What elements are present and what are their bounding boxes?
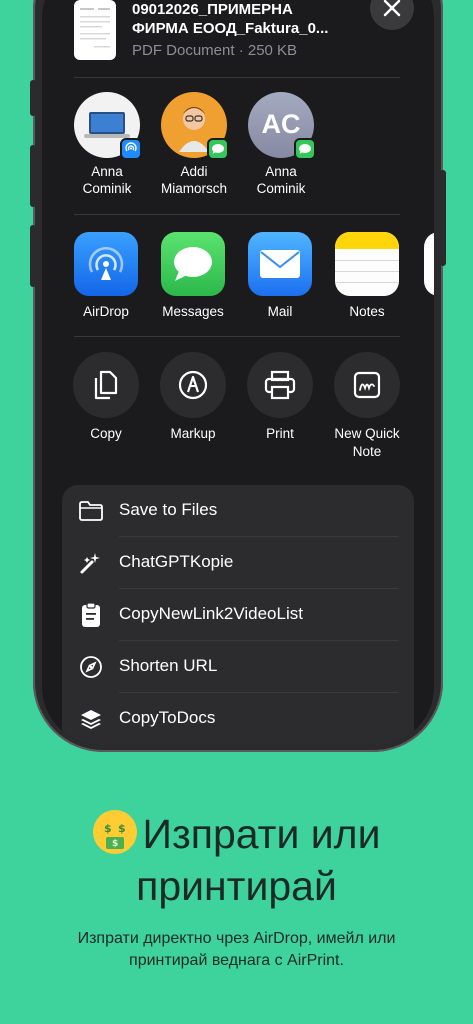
action-label: Print <box>266 426 294 441</box>
phone-power-button <box>440 170 446 266</box>
avatar: AC <box>248 92 316 160</box>
money-mouth-face-emoji: $ $ $ <box>92 810 137 854</box>
headline-line1: Изпрати или <box>142 811 381 857</box>
person-anna-cominik-messages[interactable]: AC Anna Cominik <box>240 92 322 197</box>
person-addi-miamorsch[interactable]: Addi Miamorsch <box>153 92 235 197</box>
list-item-label: ChatGPTKopie <box>119 552 234 571</box>
folder-icon <box>78 499 104 523</box>
person-name: Anna Cominik <box>82 164 132 196</box>
separator <box>74 77 400 78</box>
promo-subline: Изпрати директно чрез AirDrop, имейл или… <box>77 930 396 969</box>
app-airdrop[interactable]: AirDrop <box>66 232 146 319</box>
document-thumbnail <box>74 0 116 60</box>
document-title: 09012026_ПРИМЕРНА ФИРМА ЕООД_Faktura_0..… <box>132 1 329 37</box>
app-mail[interactable]: Mail <box>240 232 320 319</box>
share-sheet: 09012026_ПРИМЕРНА ФИРМА ЕООД_Faktura_0..… <box>42 0 434 745</box>
action-markup[interactable]: Markup <box>149 352 237 443</box>
layers-icon <box>78 707 104 731</box>
app-label: Messages <box>162 304 224 319</box>
action-copy[interactable]: Copy <box>62 352 150 443</box>
person-name: Anna Cominik <box>256 164 306 196</box>
phone-volume-down <box>30 225 36 287</box>
airdrop-icon <box>120 138 142 160</box>
action-label: New Quick Note <box>334 426 400 459</box>
markup-icon <box>160 352 226 418</box>
list-item-label: CopyNewLink2VideoList <box>119 604 303 623</box>
avatar-initials: AC <box>261 109 301 139</box>
copy-icon <box>73 352 139 418</box>
action-label: Copy <box>90 426 122 441</box>
print-icon <box>247 352 313 418</box>
close-button[interactable] <box>370 0 414 30</box>
person-name: Addi Miamorsch <box>160 164 227 196</box>
svg-text:$: $ <box>104 822 112 835</box>
list-item-save-to-files[interactable]: Save to Files <box>62 485 414 537</box>
app-notes[interactable]: Notes <box>327 232 407 319</box>
document-subtitle: PDF Document · 250 KB <box>132 42 298 59</box>
list-item-label: CopyToDocs <box>119 708 216 727</box>
phone-side-button <box>30 80 36 116</box>
avatar <box>161 92 229 160</box>
action-print[interactable]: Print <box>236 352 324 443</box>
quick-note-icon <box>334 352 400 418</box>
app-label: AirDrop <box>83 304 129 319</box>
list-item-label: Save to Files <box>119 500 218 519</box>
app-label: Mail <box>267 304 293 319</box>
separator <box>74 336 400 337</box>
app-partial-next[interactable] <box>424 232 434 296</box>
messages-icon <box>161 232 225 296</box>
list-item-copynewlink2videolist[interactable]: CopyNewLink2VideoList <box>62 589 414 641</box>
notes-icon <box>335 232 399 296</box>
close-icon <box>383 0 401 17</box>
clipboard-icon <box>78 602 104 627</box>
app-label: Notes <box>349 304 385 319</box>
airdrop-icon <box>74 232 138 296</box>
list-item-chatgptkopie[interactable]: ChatGPTKopie <box>62 537 414 589</box>
action-label: Markup <box>170 426 216 441</box>
list-item-shorten-url[interactable]: Shorten URL <box>62 641 414 693</box>
messages-icon <box>294 138 316 160</box>
action-new-quick-note[interactable]: New Quick Note <box>323 352 411 461</box>
wand-icon <box>78 551 104 575</box>
mail-icon <box>248 232 312 296</box>
svg-text:$: $ <box>118 822 126 835</box>
avatar <box>74 92 142 160</box>
headline-line2: принтирай <box>136 863 337 909</box>
app-messages[interactable]: Messages <box>153 232 233 319</box>
separator <box>74 214 400 215</box>
person-anna-cominik-airdrop[interactable]: Anna Cominik <box>66 92 148 197</box>
messages-icon <box>207 138 229 160</box>
phone-volume-up <box>30 145 36 207</box>
compass-icon <box>78 655 104 679</box>
action-list: Save to Files ChatGPTKopie CopyNewLink2V… <box>62 485 414 745</box>
list-item-copytodocs[interactable]: CopyToDocs <box>62 693 414 745</box>
list-item-label: Shorten URL <box>119 656 218 675</box>
promo-headline: $ $ $ Изпрати или принтирай <box>0 808 473 912</box>
svg-text:$: $ <box>112 839 118 849</box>
